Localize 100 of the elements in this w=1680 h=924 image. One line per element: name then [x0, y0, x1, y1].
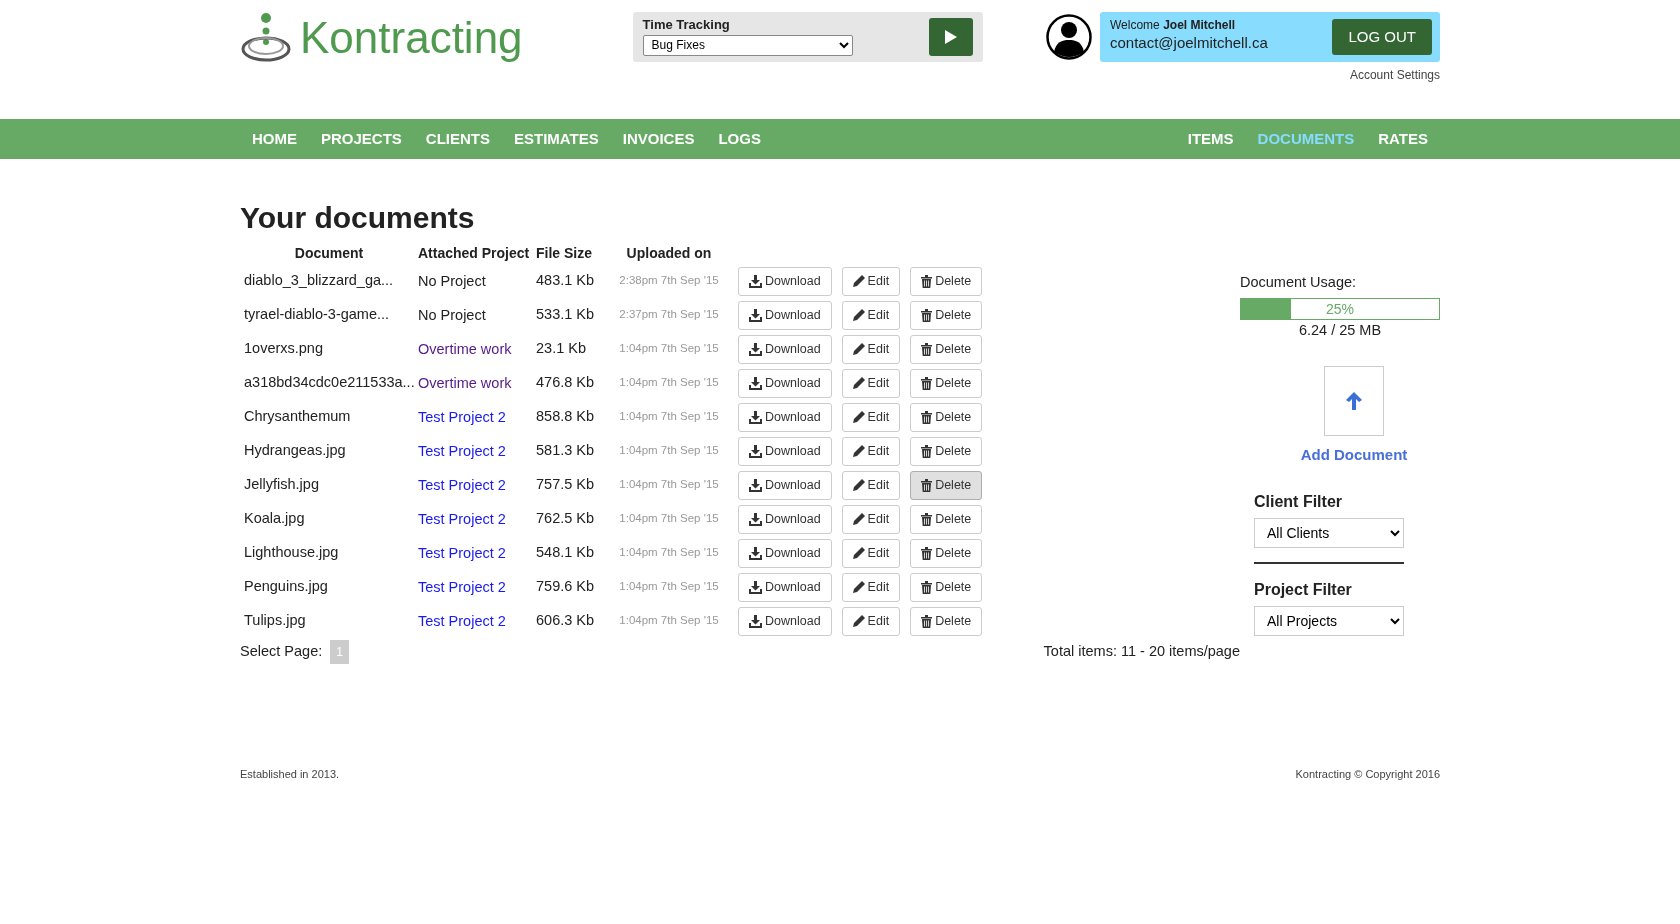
delete-button[interactable]: Delete [910, 334, 983, 364]
play-button[interactable] [928, 18, 973, 56]
edit-button[interactable]: Edit [841, 266, 901, 296]
select-page-label: Select Page: [240, 642, 323, 662]
welcome-text: Welcome Joel Mitchell [1110, 19, 1237, 33]
delete-button[interactable]: Delete [910, 504, 983, 534]
project-link[interactable]: No Project [418, 273, 486, 289]
delete-button[interactable]: Delete [910, 572, 983, 602]
user-email: contact@joelmitchell.ca [1110, 33, 1268, 54]
project-select[interactable]: Bug Fixes [642, 34, 853, 56]
pencil-icon [852, 377, 865, 389]
delete-button[interactable]: Delete [910, 300, 983, 330]
footer-established-text: Established in 2013. [240, 767, 340, 782]
logout-button[interactable]: LOG OUT [1332, 19, 1432, 55]
delete-button[interactable]: Delete [910, 470, 983, 500]
download-icon [749, 342, 762, 356]
delete-button[interactable]: Delete [910, 436, 983, 466]
download-button[interactable]: Download [738, 402, 832, 432]
project-link[interactable]: Test Project 2 [418, 511, 506, 527]
edit-button[interactable]: Edit [841, 572, 901, 602]
download-button[interactable]: Download [738, 470, 832, 500]
pencil-icon [852, 411, 865, 423]
column-header: Uploaded on [625, 243, 713, 263]
usage-amount: 6.24 / 25 MB [1297, 320, 1383, 340]
avatar-icon [1046, 14, 1092, 60]
document-name: Penguins.jpg [243, 577, 329, 597]
client-filter-label: Client Filter [1254, 492, 1343, 512]
delete-button[interactable]: Delete [910, 538, 983, 568]
delete-button[interactable]: Delete [910, 606, 983, 636]
upload-date: 1:04pm 7th Sep '15 [618, 375, 720, 391]
download-button[interactable]: Download [738, 436, 832, 466]
document-name: 1overxs.png [243, 339, 324, 359]
edit-button[interactable]: Edit [841, 504, 901, 534]
total-items-text: Total items: 11 - 20 items/page [1043, 642, 1240, 662]
file-size: 533.1 Kb [536, 305, 596, 325]
document-name: tyrael-diablo-3-game... [243, 305, 391, 325]
edit-button[interactable]: Edit [841, 436, 901, 466]
up-arrow-icon [1345, 390, 1363, 411]
project-filter-select[interactable]: All Projects [1254, 606, 1404, 636]
project-link[interactable]: Overtime work [418, 341, 512, 357]
account-settings-link[interactable]: Account Settings [1349, 66, 1440, 84]
column-header: File Size [536, 243, 594, 263]
pencil-icon [852, 445, 865, 457]
upload-date: 2:38pm 7th Sep '15 [618, 273, 720, 289]
upload-date: 1:04pm 7th Sep '15 [618, 409, 720, 425]
file-size: 548.1 Kb [536, 543, 596, 563]
file-size: 606.3 Kb [536, 611, 596, 631]
project-link[interactable]: Overtime work [418, 375, 512, 391]
edit-button[interactable]: Edit [841, 334, 901, 364]
edit-button[interactable]: Edit [841, 606, 901, 636]
file-size: 483.1 Kb [536, 271, 596, 291]
project-link[interactable]: Test Project 2 [418, 579, 506, 595]
delete-button[interactable]: Delete [910, 266, 983, 296]
document-name: Chrysanthemum [243, 407, 352, 427]
upload-date: 1:04pm 7th Sep '15 [618, 443, 720, 459]
project-link[interactable]: Test Project 2 [418, 613, 506, 629]
edit-button[interactable]: Edit [841, 538, 901, 568]
file-size: 476.8 Kb [536, 373, 596, 393]
edit-button[interactable]: Edit [841, 470, 901, 500]
download-icon [749, 410, 762, 424]
upload-box[interactable] [1324, 365, 1384, 436]
add-document-link[interactable]: Add Document [1300, 443, 1408, 466]
download-button[interactable]: Download [738, 504, 832, 534]
download-button[interactable]: Download [738, 538, 832, 568]
edit-button[interactable]: Edit [841, 300, 901, 330]
download-button[interactable]: Download [738, 300, 832, 330]
delete-button[interactable]: Delete [910, 402, 983, 432]
pencil-icon [852, 479, 865, 491]
download-icon [749, 478, 762, 492]
delete-button[interactable]: Delete [910, 368, 983, 398]
trash-icon [921, 546, 933, 560]
project-link[interactable]: Test Project 2 [418, 409, 506, 425]
document-name: Tulips.jpg [243, 611, 307, 631]
download-button[interactable]: Download [738, 572, 832, 602]
project-link[interactable]: Test Project 2 [418, 477, 506, 493]
pencil-icon [852, 547, 865, 559]
project-filter-label: Project Filter [1254, 580, 1353, 600]
document-name: Koala.jpg [243, 509, 306, 529]
edit-button[interactable]: Edit [841, 402, 901, 432]
file-size: 757.5 Kb [536, 475, 596, 495]
upload-date: 1:04pm 7th Sep '15 [618, 579, 720, 595]
trash-icon [921, 342, 933, 356]
column-header: Document [293, 243, 365, 263]
pencil-icon [852, 343, 865, 355]
edit-button[interactable]: Edit [841, 368, 901, 398]
download-button[interactable]: Download [738, 368, 832, 398]
project-link[interactable]: Test Project 2 [418, 545, 506, 561]
download-button[interactable]: Download [738, 606, 832, 636]
footer-copyright-text: Kontracting © Copyright 2016 [1295, 767, 1440, 782]
project-link[interactable]: No Project [418, 307, 486, 323]
document-name: Hydrangeas.jpg [243, 441, 347, 461]
pencil-icon [852, 513, 865, 525]
project-link[interactable]: Test Project 2 [418, 443, 506, 459]
column-header: Attached Project [418, 243, 531, 263]
download-button[interactable]: Download [738, 334, 832, 364]
pencil-icon [852, 275, 865, 287]
download-icon [749, 376, 762, 390]
download-button[interactable]: Download [738, 266, 832, 296]
client-filter-select[interactable]: All Clients [1254, 518, 1404, 548]
document-name: Jellyfish.jpg [243, 475, 320, 495]
